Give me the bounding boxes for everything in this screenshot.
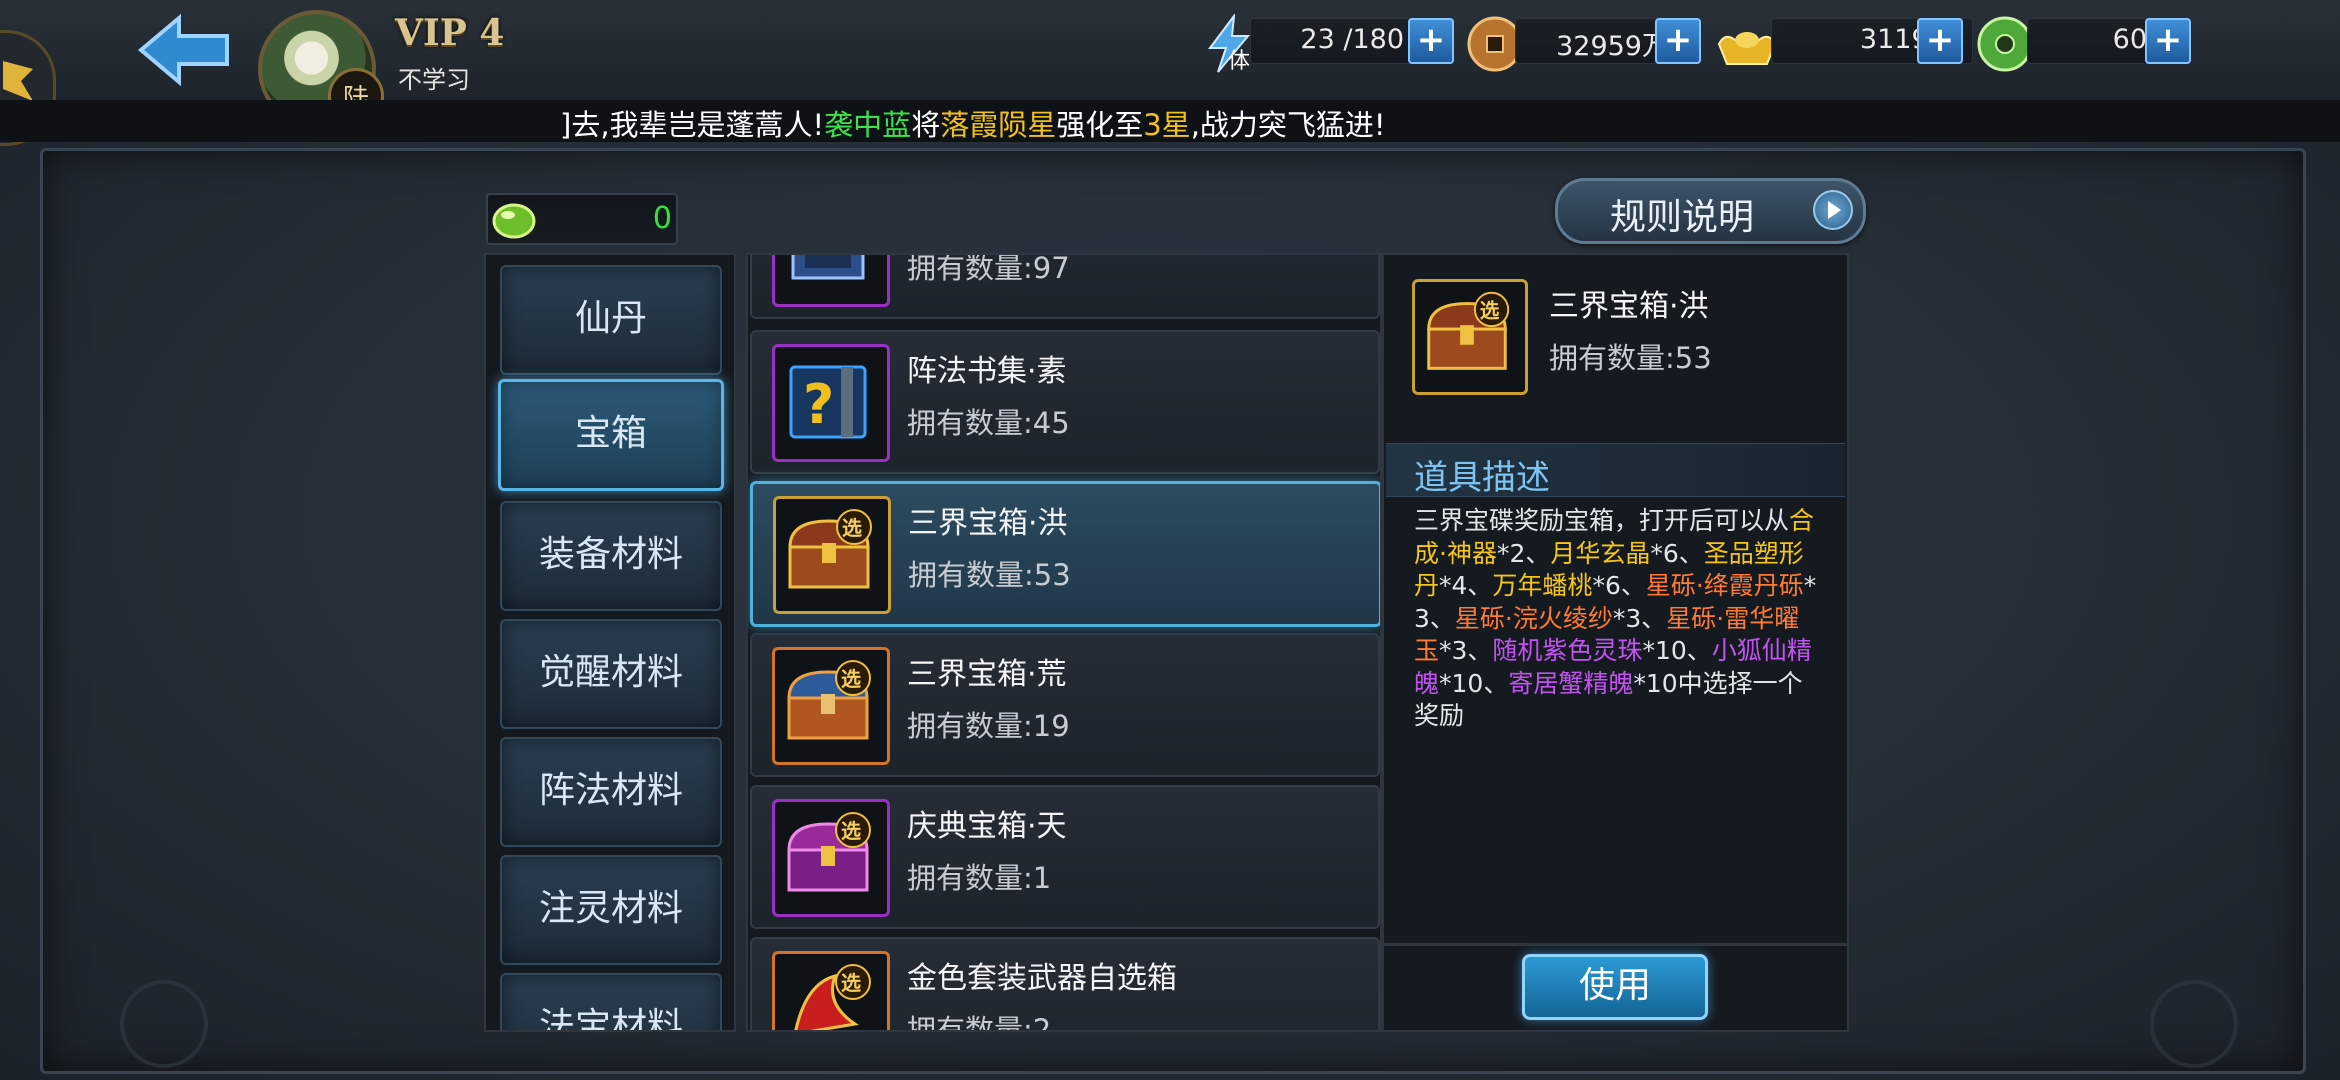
- add-jade-button[interactable]: +: [2145, 18, 2191, 64]
- svg-text:?: ?: [803, 373, 834, 436]
- reward-item: 寄居蟹精魄: [1508, 668, 1634, 698]
- detail-item-name: 三界宝箱·洪: [1549, 289, 1709, 324]
- coin-value: 32959万: [1556, 31, 1669, 62]
- svg-text:选: 选: [841, 667, 861, 691]
- announcement-player: 袭中蓝: [824, 108, 912, 142]
- stamina-value: 23 /180: [1300, 24, 1404, 55]
- corner-ornament: [2150, 980, 2238, 1068]
- add-ingot-button[interactable]: +: [1917, 18, 1963, 64]
- green-gem-icon: [492, 203, 536, 239]
- book-icon: [772, 255, 890, 307]
- use-area: 使用: [1382, 944, 1849, 1032]
- corner-ornament: [120, 980, 208, 1068]
- treasure-chest-icon: 选: [773, 496, 891, 614]
- item-list[interactable]: 拥有数量:97 ? 阵法书集·素 拥有数量:45 选 三界宝箱·洪 拥有数量:5…: [746, 253, 1382, 1032]
- item-count: 拥有数量:53: [908, 558, 1071, 592]
- announcement-text: ]去,我辈岂是蓬蒿人!袭中蓝将落霞陨星强化至3星,战力突飞猛进!: [560, 108, 1386, 142]
- list-item[interactable]: 选 庆典宝箱·天 拥有数量:1: [750, 785, 1380, 929]
- svg-text:选: 选: [842, 516, 862, 540]
- treasure-chest-icon: 选: [772, 951, 890, 1030]
- top-bar: 陆 VIP 4 不学习 体 23 /180 + 32959万 + 311932 …: [0, 0, 2340, 146]
- svg-text:体: 体: [1228, 49, 1250, 74]
- category-list[interactable]: 仙丹 宝箱 装备材料 觉醒材料 阵法材料 注灵材料 法宝材料: [484, 253, 736, 1032]
- rules-button-label: 规则说明: [1610, 197, 1755, 238]
- jade-resource: 60 +: [1975, 14, 2195, 72]
- reward-item: 星砾·浣火绫纱: [1454, 603, 1613, 633]
- use-button[interactable]: 使用: [1522, 954, 1708, 1020]
- description-header: 道具描述: [1386, 443, 1845, 498]
- treasure-chest-icon: 选: [772, 799, 890, 917]
- category-tab-artifact-materials[interactable]: 法宝材料: [500, 973, 722, 1030]
- description-title: 道具描述: [1414, 458, 1550, 498]
- gold-ingot-icon: [1717, 32, 1777, 65]
- category-tab-infusion-materials[interactable]: 注灵材料: [500, 855, 722, 965]
- item-name: 庆典宝箱·天: [907, 809, 1067, 844]
- item-count: 拥有数量:1: [907, 861, 1052, 895]
- add-coin-button[interactable]: +: [1655, 18, 1701, 64]
- item-count: 拥有数量:2: [907, 1013, 1052, 1032]
- list-item[interactable]: 选 金色套装武器自选箱 拥有数量:2: [750, 937, 1380, 1032]
- svg-text:选: 选: [1480, 299, 1500, 322]
- list-item[interactable]: 拥有数量:97: [750, 253, 1380, 319]
- item-detail-panel: 选 三界宝箱·洪 拥有数量:53 道具描述 三界宝碟奖励宝箱，打开后可以从合成·…: [1382, 253, 1849, 945]
- back-arrow-icon: [137, 13, 229, 87]
- announcement-marquee: ]去,我辈岂是蓬蒿人!袭中蓝将落霞陨星强化至3星,战力突飞猛进!: [0, 100, 2340, 142]
- svg-text:选: 选: [841, 819, 861, 843]
- rules-button[interactable]: 规则说明: [1555, 178, 1866, 244]
- category-tab-awakening-materials[interactable]: 觉醒材料: [500, 619, 722, 729]
- gem-counter: 0: [486, 193, 678, 245]
- reward-item: 万年蟠桃: [1492, 571, 1593, 600]
- reward-item: 随机紫色灵珠: [1492, 636, 1643, 665]
- ingot-resource: 311932 +: [1715, 14, 2005, 66]
- detail-item-count: 拥有数量:53: [1549, 341, 1712, 375]
- category-tab-xiandan[interactable]: 仙丹: [500, 265, 722, 375]
- stamina-resource: 体 23 /180 +: [1200, 14, 1460, 74]
- announcement-level: 3星: [1143, 108, 1191, 142]
- item-description: 三界宝碟奖励宝箱，打开后可以从合成·神器*2、月华玄晶*6、圣品塑形丹*4、万年…: [1414, 506, 1817, 730]
- jade-disc-icon: [1977, 16, 2033, 72]
- category-tab-formation-materials[interactable]: 阵法材料: [500, 737, 722, 847]
- item-count: 拥有数量:45: [907, 406, 1070, 440]
- gem-count: 0: [652, 201, 672, 236]
- coin-resource: 32959万 +: [1465, 14, 1705, 72]
- treasure-chest-icon: 选: [772, 647, 890, 765]
- list-item-selected[interactable]: 选 三界宝箱·洪 拥有数量:53: [750, 481, 1380, 627]
- category-tab-baoxiang[interactable]: 宝箱: [498, 379, 724, 491]
- item-name: 阵法书集·素: [907, 354, 1067, 389]
- jade-value: 60: [2112, 24, 2147, 55]
- item-name: 三界宝箱·荒: [907, 657, 1067, 692]
- play-arrow-icon: [1813, 190, 1853, 230]
- reward-item: 星砾·绛霞丹砾: [1645, 571, 1804, 600]
- item-name: 金色套装武器自选箱: [907, 961, 1177, 996]
- add-stamina-button[interactable]: +: [1408, 18, 1454, 64]
- svg-text:选: 选: [841, 971, 861, 995]
- category-tab-equipment-materials[interactable]: 装备材料: [500, 501, 722, 611]
- treasure-chest-icon: 选: [1412, 279, 1528, 395]
- item-name: 三界宝箱·洪: [908, 506, 1068, 541]
- list-item[interactable]: ? 阵法书集·素 拥有数量:45: [750, 330, 1380, 474]
- list-item[interactable]: 选 三界宝箱·荒 拥有数量:19: [750, 633, 1380, 777]
- announcement-item: 落霞陨星: [940, 108, 1057, 142]
- vip-level: VIP 4: [395, 12, 505, 54]
- book-icon: ?: [772, 344, 890, 462]
- item-count: 拥有数量:97: [907, 253, 1070, 285]
- item-count: 拥有数量:19: [907, 709, 1070, 743]
- back-button[interactable]: [135, 10, 235, 90]
- username: 不学习: [398, 66, 470, 94]
- reward-item: 月华玄晶: [1550, 538, 1651, 568]
